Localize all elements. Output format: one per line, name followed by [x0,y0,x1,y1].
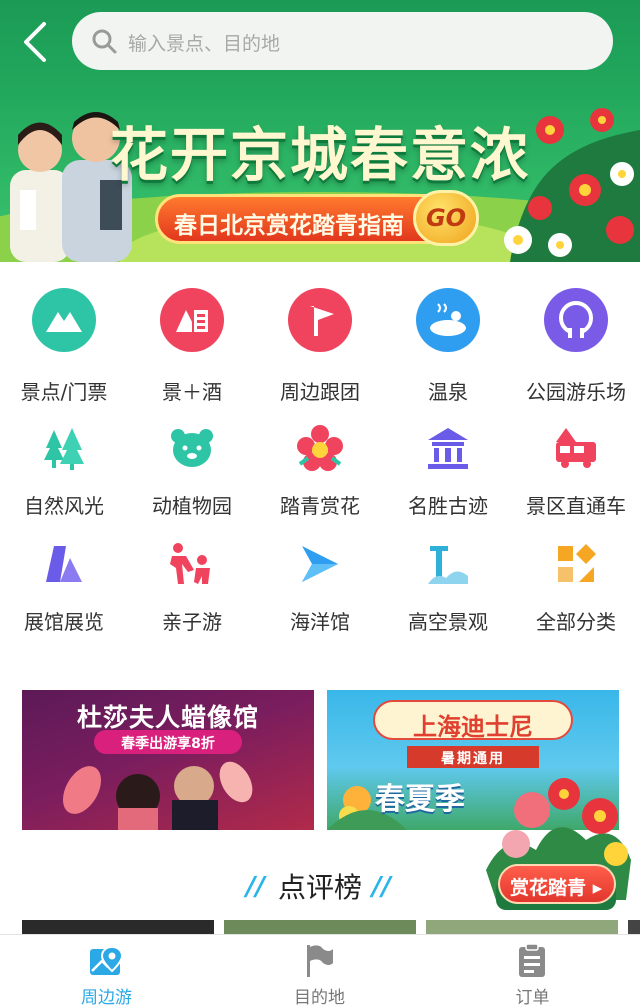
promo-madame-tussauds[interactable]: 杜莎夫人蜡像馆 春季出游享8折 [22,690,314,830]
hero-banner[interactable]: 输入景点、目的地 花开京城春意浓 春日北京赏花踏青指南 GO [0,0,640,262]
mountain-icon [32,288,96,352]
flower-icon [297,425,343,471]
promo-right-title: 上海迪士尼 [413,712,533,741]
category-label: 自然风光 [24,494,104,518]
promo-right-ribbon-text: 暑期通用 [441,751,505,767]
search-placeholder: 输入景点、目的地 [128,33,281,55]
category-label: 高空景观 [408,610,488,634]
promo-left-title: 杜莎夫人蜡像馆 [76,703,259,732]
category-label: 展馆展览 [24,610,104,634]
search-icon [92,29,117,54]
flag-icon [288,288,352,352]
promo-left-badge: 春季出游享8折 [94,730,242,754]
bus-icon [556,428,596,468]
ferris-wheel-icon [544,288,608,352]
hero-title: 花开京城春意浓 [109,121,530,189]
flag-icon [307,945,333,977]
clipboard-icon [519,943,545,977]
bottom-tab-bar: 周边游 目的地 订单 [0,934,640,1008]
category-label: 景＋酒 [162,380,222,404]
category-label: 动植物园 [152,494,232,518]
ranking-section-title: 点评榜 [277,871,362,904]
title-decoration-right: // [372,872,391,902]
tab-label: 周边游 [81,988,132,1008]
fish-icon [302,546,338,582]
category-label: 亲子游 [162,610,222,634]
category-label: 全部分类 [536,610,616,634]
category-label: 公园游乐场 [526,380,626,404]
promo-right-title-pill: 上海迪士尼 [373,700,573,741]
tab-label: 目的地 [294,988,345,1008]
tab-label: 订单 [515,988,550,1008]
category-label: 温泉 [428,380,468,404]
tab-orders[interactable]: 订单 [426,935,639,1008]
promo-right-subtitle: 春夏季 [375,782,465,817]
tab-destination[interactable]: 目的地 [213,935,426,1008]
category-label: 景区直通车 [526,494,626,518]
category-label: 踏青赏花 [280,494,360,518]
family-icon [170,543,210,584]
hero-pill-text: 春日北京赏花踏青指南 [174,213,404,239]
category-label: 名胜古迹 [408,494,488,518]
go-button[interactable]: GO [413,190,479,246]
category-label: 周边跟团 [280,380,360,404]
search-input[interactable]: 输入景点、目的地 [72,12,613,70]
tower-icon [428,546,468,584]
museum-icon [46,546,82,582]
hotel-icon [160,288,224,352]
promo-left-badge-text: 春季出游享8折 [121,736,215,752]
bear-icon [171,429,213,467]
grid-icon [558,544,596,582]
map-pin-icon [90,945,124,975]
promo-right-ribbon: 暑期通用 [407,746,539,768]
temple-icon [428,428,468,469]
category-label: 景点/门票 [20,380,108,404]
trees-icon [44,428,84,470]
tab-nearby[interactable]: 周边游 [0,935,213,1008]
back-arrow-icon[interactable] [16,20,56,64]
hot-spring-icon [416,288,480,352]
category-label: 海洋馆 [290,610,350,634]
